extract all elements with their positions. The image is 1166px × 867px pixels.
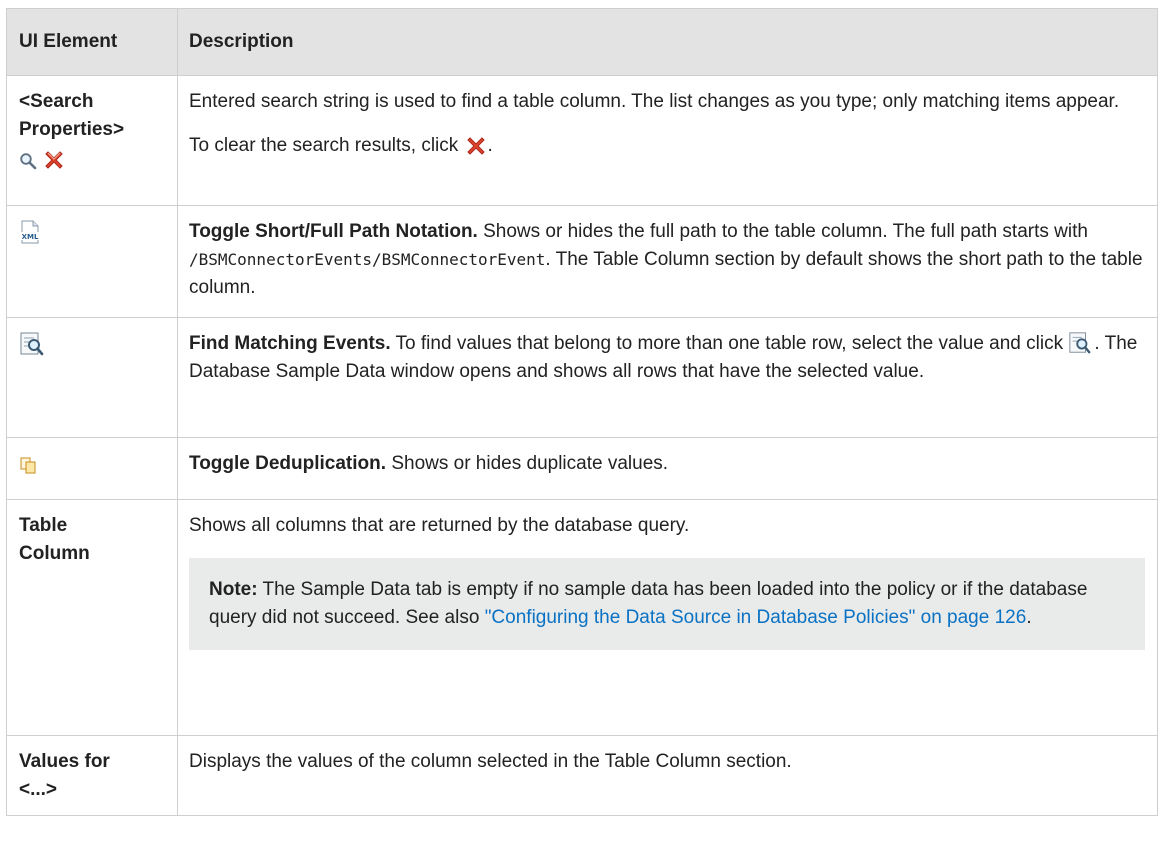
element-label-search-line2: Properties> [19, 119, 125, 140]
description-cell-values-for: Displays the values of the column select… [177, 735, 1158, 816]
description-cell-path: Toggle Short/Full Path Notation. Shows o… [177, 205, 1158, 318]
find-matching-events-icon [19, 331, 45, 357]
table-row-deduplication: Toggle Deduplication. Shows or hides dup… [6, 437, 1158, 500]
table-row-find-matching: Find Matching Events. To find values tha… [6, 317, 1158, 438]
search-clear-period: . [487, 135, 493, 156]
description-cell-search: Entered search string is used to find a … [177, 75, 1158, 206]
red-x-icon [42, 148, 66, 172]
table-header-row: UI Element Description [6, 8, 1158, 76]
table-row-values-for: Values for <...> Displays the values of … [6, 735, 1158, 816]
path-text-a: Shows or hides the full path to the tabl… [477, 221, 1088, 242]
svg-text:XML: XML [22, 233, 39, 241]
xml-icon: XML [19, 220, 41, 244]
element-cell-table-column: Table Column [6, 499, 178, 736]
element-label-table-column-line1: Table [19, 515, 68, 536]
element-label-search-line1: <Search [19, 91, 94, 112]
find-text-a: To find values that belong to more than … [390, 333, 1069, 354]
search-icons [19, 146, 165, 174]
note-label: Note: [209, 579, 258, 600]
table-column-text: Shows all columns that are returned by t… [189, 515, 690, 536]
element-cell-values-for: Values for <...> [6, 735, 178, 816]
element-cell-search: <Search Properties> [6, 75, 178, 206]
ui-elements-table: UI Element Description <Search Propertie… [6, 8, 1158, 816]
magnifier-icon [19, 151, 37, 170]
red-x-icon [464, 134, 488, 158]
element-label-values-line1: Values for [19, 751, 110, 772]
path-title: Toggle Short/Full Path Notation. [189, 221, 478, 242]
element-cell-dedup [6, 437, 178, 500]
find-matching-events-icon [1068, 331, 1094, 357]
values-text: Displays the values of the column select… [189, 751, 792, 772]
search-clear-text: To clear the search results, click . [189, 132, 1145, 160]
header-ui-element: UI Element [6, 8, 178, 76]
table-row-search-properties: <Search Properties> Entered search strin… [6, 75, 1158, 206]
path-code: /BSMConnectorEvents/BSMConnectorEvent [189, 250, 546, 269]
dedup-text: Shows or hides duplicate values. [386, 453, 669, 474]
find-title: Find Matching Events. [189, 333, 391, 354]
deduplication-icon [19, 455, 37, 474]
element-cell-find [6, 317, 178, 438]
note-end: . [1026, 607, 1032, 628]
element-label-values-line2: <...> [19, 779, 58, 800]
table-row-table-column: Table Column Shows all columns that are … [6, 499, 1158, 736]
note-box: Note: The Sample Data tab is empty if no… [189, 558, 1145, 650]
configuring-data-source-link[interactable]: "Configuring the Data Source in Database… [485, 607, 1027, 628]
element-cell-path: XML [6, 205, 178, 318]
description-cell-dedup: Toggle Deduplication. Shows or hides dup… [177, 437, 1158, 500]
description-cell-find: Find Matching Events. To find values tha… [177, 317, 1158, 438]
table-row-toggle-path: XML Toggle Short/Full Path Notation. Sho… [6, 205, 1158, 318]
header-description: Description [177, 8, 1158, 76]
element-label-table-column-line2: Column [19, 543, 90, 564]
search-clear-label: To clear the search results, click [189, 135, 459, 156]
search-description-text: Entered search string is used to find a … [189, 91, 1120, 112]
dedup-title: Toggle Deduplication. [189, 453, 387, 474]
description-cell-table-column: Shows all columns that are returned by t… [177, 499, 1158, 736]
